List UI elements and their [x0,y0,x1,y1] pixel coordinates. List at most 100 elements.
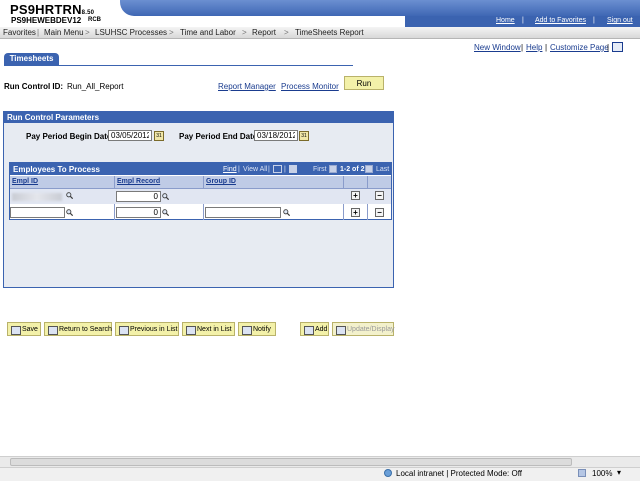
return-label: Return to Search [59,326,112,333]
run-control-value: Run_All_Report [67,82,124,91]
process-monitor-link[interactable]: Process Monitor [281,82,339,91]
return-icon [48,326,58,335]
add-button[interactable]: Add [300,322,329,336]
globe-icon [384,469,392,477]
add-icon [304,326,314,335]
next-arrow-icon[interactable] [365,165,373,173]
notify-icon [242,326,252,335]
previous-label: Previous in List [130,326,178,333]
save-button[interactable]: Save [7,322,41,336]
notify-button[interactable]: Notify [238,322,276,336]
home-link[interactable]: Home [496,17,515,24]
separator: | [593,17,595,24]
grid-range: 1-2 of 2 [340,166,365,173]
next-icon [186,326,196,335]
search-icon[interactable] [283,209,290,216]
grid-find-link[interactable]: Find [223,166,237,173]
menu-timesheets-report[interactable]: TimeSheets Report [295,28,364,37]
report-manager-link[interactable]: Report Manager [218,82,276,91]
separator: | [268,166,270,173]
search-icon[interactable] [162,193,169,200]
separator: | [238,166,240,173]
menu-main-menu[interactable]: Main Menu [44,28,84,37]
save-icon [11,326,21,335]
empl-id-input[interactable] [10,207,65,218]
chevron-down-icon[interactable]: ▾ [617,468,621,477]
add-row-icon[interactable]: + [351,191,360,200]
separator: | [284,166,286,173]
sign-out-link[interactable]: Sign out [607,17,633,24]
zoom-icon[interactable] [273,165,282,173]
return-to-search-button[interactable]: Return to Search [44,322,112,336]
grid-title: Employees To Process [13,165,100,174]
grid-last[interactable]: Last [376,166,389,173]
menu-separator: > [242,28,247,37]
run-control-parameters-header: Run Control Parameters [4,112,393,123]
previous-icon [119,326,129,335]
new-window-link[interactable]: New Window [474,43,521,52]
grid-view-all[interactable]: View All [243,166,267,173]
grid-column-header [10,176,391,189]
http-icon[interactable] [612,42,623,52]
search-icon[interactable] [66,192,73,199]
calendar-icon[interactable]: 31 [154,131,164,141]
col-empl-id[interactable]: Empl ID [12,178,38,185]
download-grid-icon[interactable] [289,165,297,173]
user-id: RCB [88,17,101,23]
empl-record-input[interactable] [116,207,161,218]
delete-row-icon[interactable]: − [375,191,384,200]
separator: | [545,43,548,52]
calendar-icon[interactable]: 31 [299,131,309,141]
menu-favorites[interactable]: Favorites [3,28,36,37]
menu-separator: > [284,28,289,37]
notify-label: Notify [253,326,271,333]
previous-in-list-button[interactable]: Previous in List [115,322,179,336]
zoom-level[interactable]: 100% [592,469,612,478]
app-name: PS9HRTRN [10,2,82,17]
separator: | [522,17,524,24]
security-zone: Local intranet | Protected Mode: Off [396,469,522,478]
zoom-level-icon[interactable] [578,469,586,477]
update-display-icon [336,326,346,335]
menu-lsuhsc-processes[interactable]: LSUHSC Processes [95,28,167,37]
menu-time-and-labor[interactable]: Time and Labor [180,28,236,37]
database-name: PS9HEWEBDEV12 [11,16,82,25]
banner-gradient [120,0,640,16]
separator: | [607,43,610,52]
scrollbar-thumb[interactable] [10,458,572,466]
search-icon[interactable] [162,209,169,216]
col-group-id[interactable]: Group ID [206,178,236,185]
update-display-button[interactable]: Update/Display [332,322,394,336]
add-label: Add [315,326,328,333]
col-empl-record[interactable]: Empl Record [117,178,160,185]
customize-page-link[interactable]: Customize Page [550,43,609,52]
separator: | [521,43,524,52]
menu-separator: > [169,28,174,37]
run-button[interactable]: Run [344,76,384,90]
menu-report[interactable]: Report [252,28,276,37]
search-icon[interactable] [66,209,73,216]
tab-underline [4,65,353,66]
tab-timesheets[interactable]: Timesheets [4,53,59,65]
add-to-favorites-link[interactable]: Add to Favorites [535,17,586,24]
save-label: Save [22,326,38,333]
update-display-label: Update/Display [347,326,395,333]
menu-separator: > [85,28,90,37]
run-control-label: Run Control ID: [4,82,64,91]
end-date-input[interactable] [254,130,298,141]
app-logo: PS9HRTRN8.50 [10,2,94,17]
group-id-input[interactable] [205,207,281,218]
delete-row-icon[interactable]: − [375,208,384,217]
empl-record-input[interactable] [116,191,161,202]
help-link[interactable]: Help [526,43,542,52]
begin-date-label: Pay Period Begin Date: [26,132,115,141]
add-row-icon[interactable]: + [351,208,360,217]
browser-status-bar [0,467,640,481]
begin-date-input[interactable] [108,130,152,141]
next-label: Next in List [197,326,232,333]
grid-first[interactable]: First [313,166,327,173]
menu-separator: | [37,28,40,37]
next-in-list-button[interactable]: Next in List [182,322,235,336]
redacted-empl-id [12,193,62,201]
previous-arrow-icon[interactable] [329,165,337,173]
